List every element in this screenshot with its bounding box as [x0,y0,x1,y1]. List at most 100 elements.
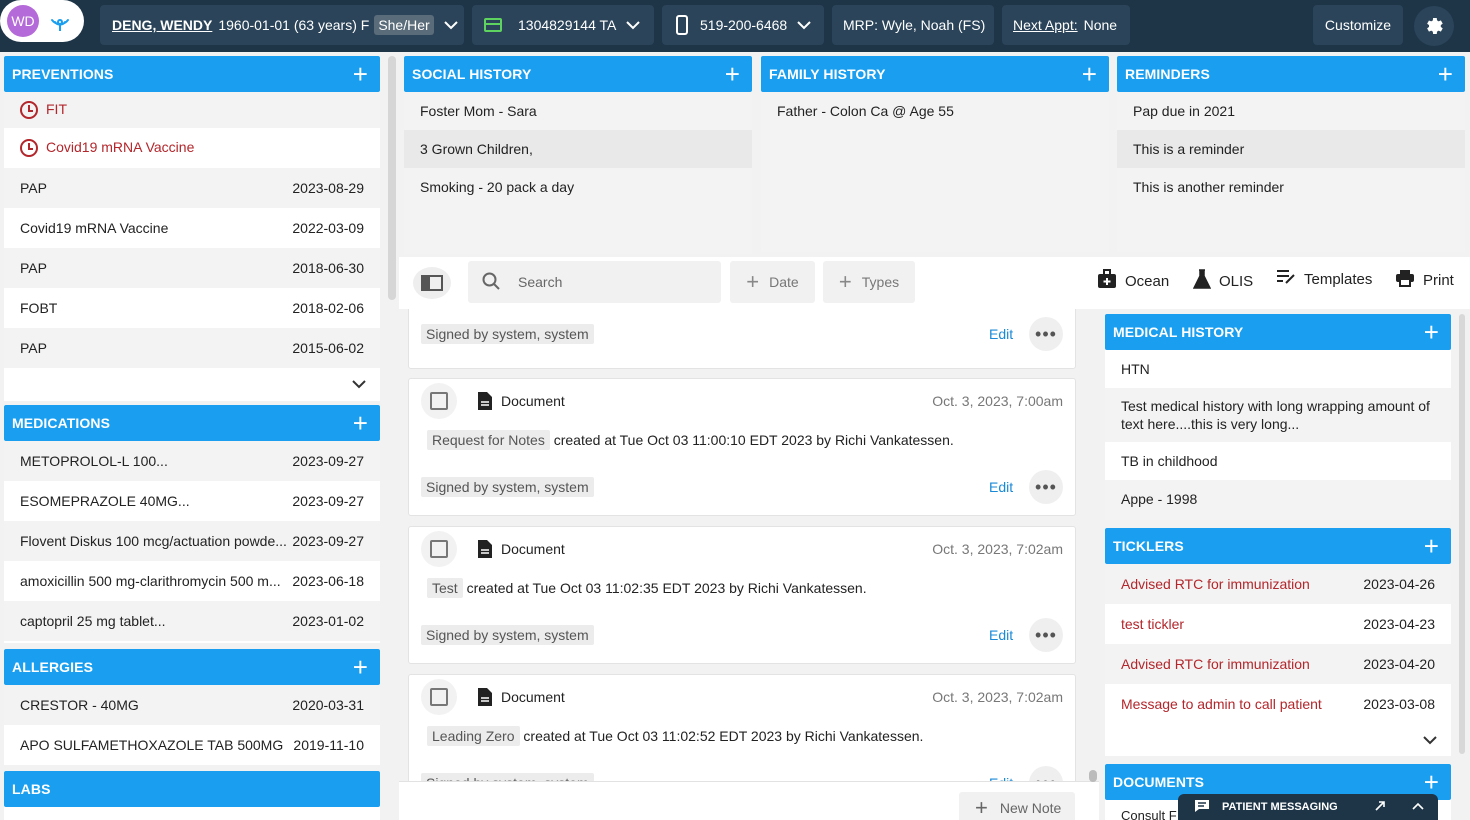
patient-messaging-bar[interactable]: PATIENT MESSAGING [1178,794,1438,820]
templates-button[interactable]: Templates [1276,269,1372,289]
edit-link[interactable]: Edit [989,479,1013,495]
feed-scrollbar[interactable] [1089,770,1097,782]
add-document-button[interactable]: + [1424,769,1439,795]
date-filter-button[interactable]: + Date [730,261,815,303]
list-item[interactable]: APO SULFAMETHOXAZOLE TAB 500MG 2019-11-10 [4,725,380,765]
more-options-icon[interactable]: ••• [1029,766,1063,781]
phone-selector[interactable]: 519-200-6468 [662,5,824,45]
list-item[interactable]: This is a reminder [1117,130,1465,168]
list-item[interactable]: Message to admin to call patient 2023-03-… [1105,684,1451,724]
add-medication-button[interactable]: + [353,410,368,436]
right-scrollbar[interactable] [1459,314,1465,754]
next-appt-label[interactable]: Next Appt: [1013,17,1078,33]
note-card[interactable]: Document Oct. 3, 2023, 7:02am Test creat… [408,526,1076,664]
list-item[interactable]: Flovent Diskus 100 mcg/actuation powde..… [4,521,380,561]
list-item[interactable]: HTN [1105,350,1451,388]
edit-link[interactable]: Edit [989,627,1013,643]
list-item[interactable]: Appe - 1998 [1105,480,1451,518]
list-item[interactable]: Father - Colon Ca @ Age 55 [761,92,1109,130]
search-box[interactable]: Search [468,261,721,303]
note-card[interactable]: Document Oct. 3, 2023, 7:02am Leading Ze… [408,674,1076,781]
left-scrollbar[interactable] [388,56,396,300]
health-card-selector[interactable]: 1304829144 TA [472,5,654,45]
list-item[interactable]: PAP 2015-06-02 [4,328,380,368]
add-allergy-button[interactable]: + [353,654,368,680]
list-item[interactable]: PAP 2023-08-29 [4,168,380,208]
note-checkbox[interactable] [421,679,457,715]
list-item[interactable]: Test medical history with long wrapping … [1105,388,1451,442]
list-item[interactable]: Foster Mom - Sara [404,92,752,130]
chevron-down-icon[interactable] [443,17,458,33]
next-appt-value: None [1083,17,1118,33]
note-timestamp: Oct. 3, 2023, 7:02am [932,541,1063,557]
add-family-history-button[interactable]: + [1082,61,1097,87]
olis-button[interactable]: OLIS [1192,269,1253,293]
patient-name-selector[interactable]: DENG, WENDY 1960-01-01 (63 years) F She/… [100,5,464,45]
list-item[interactable]: test tickler 2023-04-23 [1105,604,1451,644]
list-item[interactable]: Smoking - 20 pack a day [404,168,752,206]
phone-number: 519-200-6468 [700,17,788,33]
list-item[interactable]: This is another reminder [1117,168,1465,206]
chevron-down-icon[interactable] [797,17,811,33]
prevention-due-item[interactable]: Covid19 mRNA Vaccine [4,128,380,168]
print-icon [1395,269,1415,291]
search-icon [482,272,500,293]
medications-header: MEDICATIONS + [4,405,380,441]
search-input[interactable]: Search [518,274,562,290]
expand-chevron-icon[interactable] [352,376,366,392]
plus-icon: + [838,269,852,294]
expand-chevron-icon[interactable] [1423,732,1437,748]
ocean-button[interactable]: Ocean [1097,269,1169,293]
list-item[interactable]: Advised RTC for immunization 2023-04-26 [1105,564,1451,604]
signal-icon[interactable] [45,6,75,36]
note-body: Leading Zero created at Tue Oct 03 11:02… [427,726,923,746]
chevron-down-icon[interactable] [626,17,641,33]
templates-icon [1276,269,1296,289]
add-medical-history-button[interactable]: + [1424,319,1439,345]
document-item[interactable]: Consult F [1121,808,1177,820]
ticklers-header: TICKLERS + [1105,528,1451,564]
toggle-sidebar-icon[interactable] [413,267,451,299]
list-item[interactable]: captopril 25 mg tablet... 2023-01-02 [4,601,380,641]
avatar[interactable]: WD [7,5,39,37]
list-item[interactable]: Pap due in 2021 [1117,92,1465,130]
list-item[interactable]: TB in childhood [1105,442,1451,480]
patient-name[interactable]: DENG, WENDY [112,17,212,33]
more-options-icon[interactable]: ••• [1029,470,1063,504]
more-options-icon[interactable]: ••• [1029,317,1063,351]
add-tickler-button[interactable]: + [1424,533,1439,559]
list-item[interactable]: ESOMEPRAZOLE 40MG... 2023-09-27 [4,481,380,521]
prevention-due-item[interactable]: FIT [4,92,380,128]
pronoun-badge: She/Her [374,15,434,35]
list-item[interactable]: amoxicillin 500 mg-clarithromycin 500 m.… [4,561,380,601]
allergies-panel: ALLERGIES + CRESTOR - 40MG 2020-03-31 APO… [4,649,380,765]
list-item[interactable]: 3 Grown Children, [404,130,752,168]
next-appt[interactable]: Next Appt: None [1002,5,1130,45]
list-item[interactable]: FOBT 2018-02-06 [4,288,380,328]
note-card[interactable]: Document Oct. 3, 2023, 7:00am Request fo… [408,378,1076,516]
patient-avatar-pill[interactable]: WD [0,0,84,42]
add-reminder-button[interactable]: + [1438,61,1453,87]
types-filter-button[interactable]: + Types [823,261,915,303]
list-item[interactable]: CRESTOR - 40MG 2020-03-31 [4,685,380,725]
list-item[interactable]: PAP 2018-06-30 [4,248,380,288]
edit-link[interactable]: Edit [989,326,1013,342]
clock-icon [20,139,38,158]
list-item[interactable]: Advised RTC for immunization 2023-04-20 [1105,644,1451,684]
list-item[interactable]: Covid19 mRNA Vaccine 2022-03-09 [4,208,380,248]
signed-tag: Signed by system, system [421,324,594,344]
chevron-up-icon[interactable] [1412,801,1424,813]
more-options-icon[interactable]: ••• [1029,618,1063,652]
open-external-icon[interactable] [1374,800,1386,815]
note-checkbox[interactable] [421,383,457,419]
note-checkbox[interactable] [421,531,457,567]
add-social-history-button[interactable]: + [725,61,740,87]
note-card[interactable]: Signed by system, system Edit ••• [408,309,1076,369]
add-prevention-button[interactable]: + [353,61,368,87]
list-item[interactable]: METOPROLOL-L 100... 2023-09-27 [4,441,380,481]
social-history-header: SOCIAL HISTORY + [404,56,752,92]
note-type: Document [501,689,565,705]
print-button[interactable]: Print [1395,269,1454,291]
new-note-button[interactable]: + New Note [959,792,1075,820]
gear-icon[interactable] [1414,6,1454,46]
